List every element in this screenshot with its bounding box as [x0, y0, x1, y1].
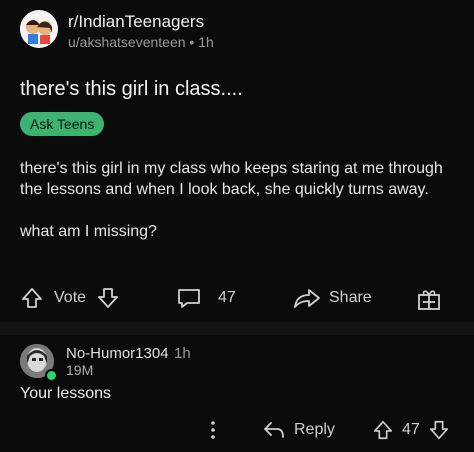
post-age: 1h — [198, 34, 214, 50]
subreddit-avatar[interactable] — [20, 10, 58, 48]
reply-label: Reply — [294, 421, 335, 438]
comment-username[interactable]: No-Humor1304 — [66, 345, 169, 362]
comment-count: 47 — [218, 289, 236, 306]
subreddit-name[interactable]: r/IndianTeenagers — [68, 12, 204, 32]
post-title[interactable]: there's this girl in class.... — [20, 78, 243, 101]
vote-group: Vote — [20, 286, 120, 310]
share-icon — [293, 286, 321, 310]
downvote-icon[interactable] — [96, 286, 120, 310]
comment-age: 1h — [174, 345, 191, 362]
downvote-icon[interactable] — [428, 419, 450, 441]
award-button[interactable] — [416, 286, 442, 312]
comment-user-flair: 19M — [66, 362, 94, 378]
more-options-button[interactable] — [206, 419, 220, 441]
post-body: there's this girl in my class who keeps … — [20, 158, 450, 242]
share-label: Share — [329, 289, 372, 306]
post-card: r/IndianTeenagers u/akshatseventeen • 1h… — [0, 0, 474, 335]
award-icon — [416, 286, 442, 312]
share-button[interactable]: Share — [293, 286, 372, 310]
reply-button[interactable]: Reply — [262, 419, 335, 441]
comment-card: No-Humor1304 1h 19M Your lessons Reply 4… — [0, 335, 474, 452]
post-flair[interactable]: Ask Teens — [20, 112, 105, 136]
section-divider — [0, 322, 474, 335]
comment-score: 47 — [402, 421, 420, 438]
upvote-icon[interactable] — [372, 419, 394, 441]
meta-separator: • — [189, 34, 195, 50]
post-meta: u/akshatseventeen • 1h — [68, 34, 214, 50]
post-body-paragraph: what am I missing? — [20, 223, 157, 240]
comment-icon — [176, 286, 202, 310]
comment-vote-group: 47 — [372, 419, 450, 441]
post-author[interactable]: u/akshatseventeen — [68, 34, 186, 50]
upvote-icon[interactable] — [20, 286, 44, 310]
more-icon — [206, 419, 220, 441]
post-body-paragraph: there's this girl in my class who keeps … — [20, 160, 443, 198]
comments-button[interactable]: 47 — [176, 286, 236, 310]
comment-body: Your lessons — [20, 385, 112, 402]
reply-icon — [262, 419, 286, 441]
online-indicator — [45, 369, 58, 382]
vote-label: Vote — [54, 289, 87, 306]
